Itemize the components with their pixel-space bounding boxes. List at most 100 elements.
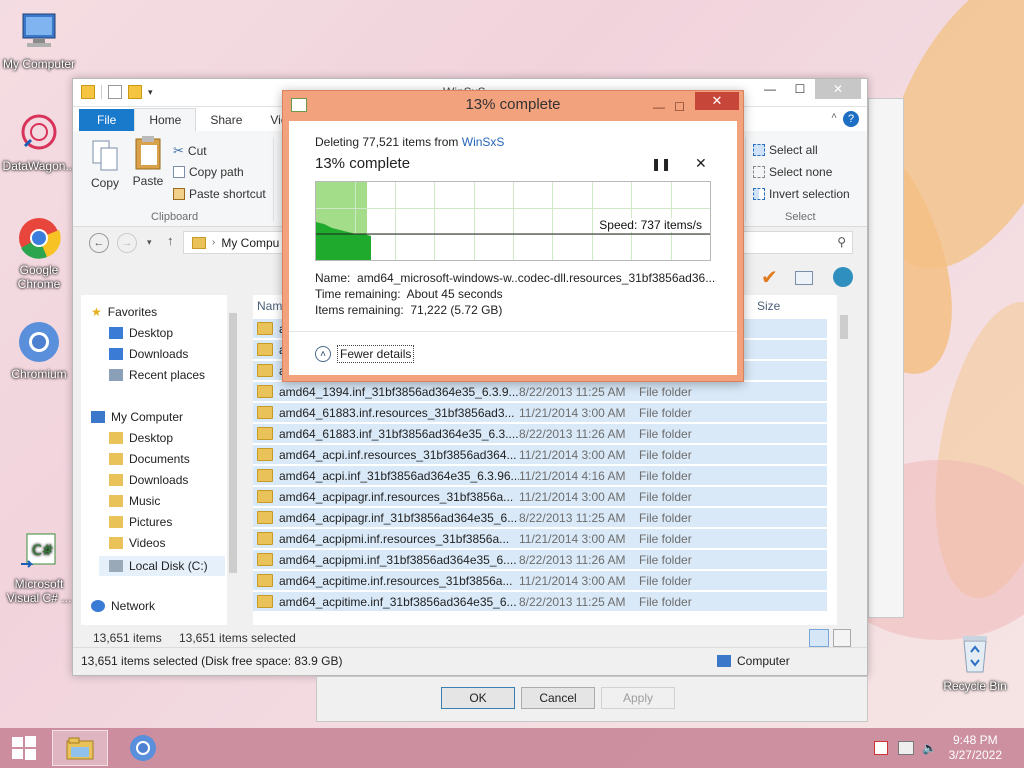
- dialog-close-button[interactable]: ✕: [695, 92, 739, 110]
- nav-pictures[interactable]: Pictures: [109, 515, 172, 529]
- table-row[interactable]: amd64_acpipmi.inf.resources_31bf3856a...…: [253, 529, 827, 549]
- file-name: amd64_61883.inf.resources_31bf3856ad3...: [279, 405, 515, 420]
- breadcrumb[interactable]: My Compu: [221, 236, 279, 250]
- system-clock[interactable]: 9:48 PM 3/27/2022: [949, 733, 1002, 763]
- paste-shortcut-button[interactable]: Paste shortcut: [173, 187, 266, 201]
- minimize-button[interactable]: —: [755, 79, 785, 99]
- back-button[interactable]: ←: [89, 233, 109, 253]
- dialog-minimize-button[interactable]: —: [653, 93, 665, 121]
- cut-button[interactable]: ✂ Cut: [173, 143, 207, 159]
- table-row[interactable]: amd64_acpitime.inf.resources_31bf3856a..…: [253, 571, 827, 591]
- table-row[interactable]: amd64_acpi.inf.resources_31bf3856ad364..…: [253, 445, 827, 465]
- fewer-details-button[interactable]: ˄ Fewer details: [315, 345, 415, 363]
- select-all-button[interactable]: Select all: [753, 143, 818, 157]
- nav-scrollbar[interactable]: [227, 295, 239, 625]
- nav-recent-places[interactable]: Recent places: [109, 368, 205, 382]
- file-list-scrollbar[interactable]: [837, 295, 851, 625]
- new-folder-icon[interactable]: [128, 85, 142, 99]
- tab-file[interactable]: File: [79, 109, 135, 131]
- location-label: Computer: [737, 654, 790, 668]
- invert-selection-button[interactable]: Invert selection: [753, 187, 850, 201]
- file-name: amd64_acpitime.inf_31bf3856ad364e35_6...: [279, 594, 517, 609]
- taskbar-chromium[interactable]: [118, 730, 168, 766]
- maximize-button[interactable]: ☐: [785, 79, 815, 99]
- table-row[interactable]: amd64_acpipagr.inf_31bf3856ad364e35_6...…: [253, 508, 827, 528]
- desktop-icon-datawagon[interactable]: DataWagon...: [0, 112, 78, 173]
- details-view-button[interactable]: [809, 629, 829, 647]
- checkmark-icon[interactable]: ✔: [761, 265, 778, 290]
- desktop-icon-recycle-bin[interactable]: Recycle Bin: [936, 632, 1014, 693]
- volume-muted-icon[interactable]: 🔈: [922, 741, 937, 755]
- table-row[interactable]: amd64_61883.inf.resources_31bf3856ad3...…: [253, 403, 827, 423]
- tab-home[interactable]: Home: [134, 108, 197, 131]
- nav-network[interactable]: Network: [91, 599, 155, 613]
- source-folder-link[interactable]: WinSxS: [462, 135, 505, 149]
- preview-icon[interactable]: [795, 271, 813, 285]
- nav-favorites[interactable]: ★ Favorites: [91, 305, 157, 319]
- nav-documents[interactable]: Documents: [109, 452, 190, 466]
- status-bar: 13,651 items 13,651 items selected: [81, 627, 859, 647]
- copy-path-icon: [173, 166, 185, 178]
- nav-downloads[interactable]: Downloads: [109, 347, 188, 361]
- dialog-maximize-button[interactable]: ☐: [674, 93, 685, 121]
- folder-icon: [109, 453, 123, 465]
- table-row[interactable]: amd64_61883.inf_31bf3856ad364e35_6.3....…: [253, 424, 827, 444]
- up-button[interactable]: ↑: [167, 233, 174, 248]
- large-icons-view-button[interactable]: [833, 629, 851, 647]
- tab-share[interactable]: Share: [196, 109, 256, 131]
- desktop-folder-icon: [109, 327, 123, 339]
- table-row[interactable]: amd64_1394.inf_31bf3856ad364e35_6.3.9...…: [253, 382, 827, 402]
- help-icon[interactable]: ?: [843, 111, 859, 127]
- forward-button[interactable]: →: [117, 233, 137, 253]
- select-none-button[interactable]: Select none: [753, 165, 832, 179]
- nav-scrollbar-thumb[interactable]: [229, 313, 237, 573]
- action-center-icon[interactable]: [874, 741, 888, 755]
- column-header-size[interactable]: Size: [757, 299, 780, 313]
- file-date: 11/21/2014 3:00 AM: [519, 531, 626, 546]
- desktop-icon-my-computer[interactable]: My Computer: [0, 10, 78, 71]
- taskbar-file-explorer[interactable]: [52, 730, 108, 766]
- folder-icon: [257, 490, 273, 503]
- file-date: 11/21/2014 3:00 AM: [519, 405, 626, 420]
- table-row[interactable]: amd64_acpipagr.inf.resources_31bf3856a..…: [253, 487, 827, 507]
- nav-local-disk[interactable]: Local Disk (C:): [99, 556, 225, 576]
- apply-button[interactable]: Apply: [601, 687, 675, 709]
- nav-pc-desktop[interactable]: Desktop: [109, 431, 173, 445]
- select-group-label: Select: [785, 211, 816, 223]
- file-type: File folder: [639, 426, 692, 441]
- desktop-icon-google-chrome[interactable]: Google Chrome: [0, 216, 78, 291]
- svg-text:C#: C#: [32, 543, 54, 559]
- paste-button[interactable]: Paste: [129, 135, 167, 188]
- network-tray-icon[interactable]: [898, 741, 914, 755]
- recent-locations-icon[interactable]: ▾: [147, 237, 152, 248]
- nav-pc-downloads[interactable]: Downloads: [109, 473, 188, 487]
- nav-my-computer[interactable]: My Computer: [91, 410, 183, 424]
- ribbon-expand-icon[interactable]: ˄: [831, 111, 837, 122]
- nav-videos[interactable]: Videos: [109, 536, 165, 550]
- cancel-operation-button[interactable]: ✕: [695, 155, 707, 172]
- nav-music[interactable]: Music: [109, 494, 160, 508]
- time-remaining-row: Time remaining: About 45 seconds: [315, 287, 503, 301]
- copy-button[interactable]: Copy: [87, 139, 123, 190]
- pause-button[interactable]: ❚❚: [651, 157, 671, 171]
- desktop-icon-visual-csharp[interactable]: C# Microsoft Visual C# ...: [0, 530, 78, 605]
- datawagon-icon: [17, 112, 61, 156]
- globe-icon[interactable]: [833, 267, 853, 287]
- close-button[interactable]: ✕: [815, 79, 861, 99]
- copy-path-button[interactable]: Copy path: [173, 165, 244, 179]
- file-list-scrollbar-thumb[interactable]: [840, 315, 848, 339]
- start-button[interactable]: [4, 730, 44, 766]
- dialog-titlebar[interactable]: 13% complete — ☐ ✕: [283, 91, 743, 119]
- desktop-icon-chromium[interactable]: Chromium: [0, 320, 78, 381]
- qat-dropdown-icon[interactable]: ▾: [148, 87, 153, 98]
- search-icon[interactable]: ⚲: [837, 235, 846, 249]
- table-row[interactable]: amd64_acpi.inf_31bf3856ad364e35_6.3.96..…: [253, 466, 827, 486]
- table-row[interactable]: amd64_acpipmi.inf_31bf3856ad364e35_6....…: [253, 550, 827, 570]
- properties-icon[interactable]: [108, 85, 122, 99]
- column-header-name[interactable]: Nam: [257, 299, 282, 313]
- table-row[interactable]: amd64_acpitime.inf_31bf3856ad364e35_6...…: [253, 592, 827, 612]
- nav-desktop[interactable]: Desktop: [109, 326, 173, 340]
- items-remaining-row: Items remaining: 71,222 (5.72 GB): [315, 303, 503, 317]
- cancel-button[interactable]: Cancel: [521, 687, 595, 709]
- ok-button[interactable]: OK: [441, 687, 515, 709]
